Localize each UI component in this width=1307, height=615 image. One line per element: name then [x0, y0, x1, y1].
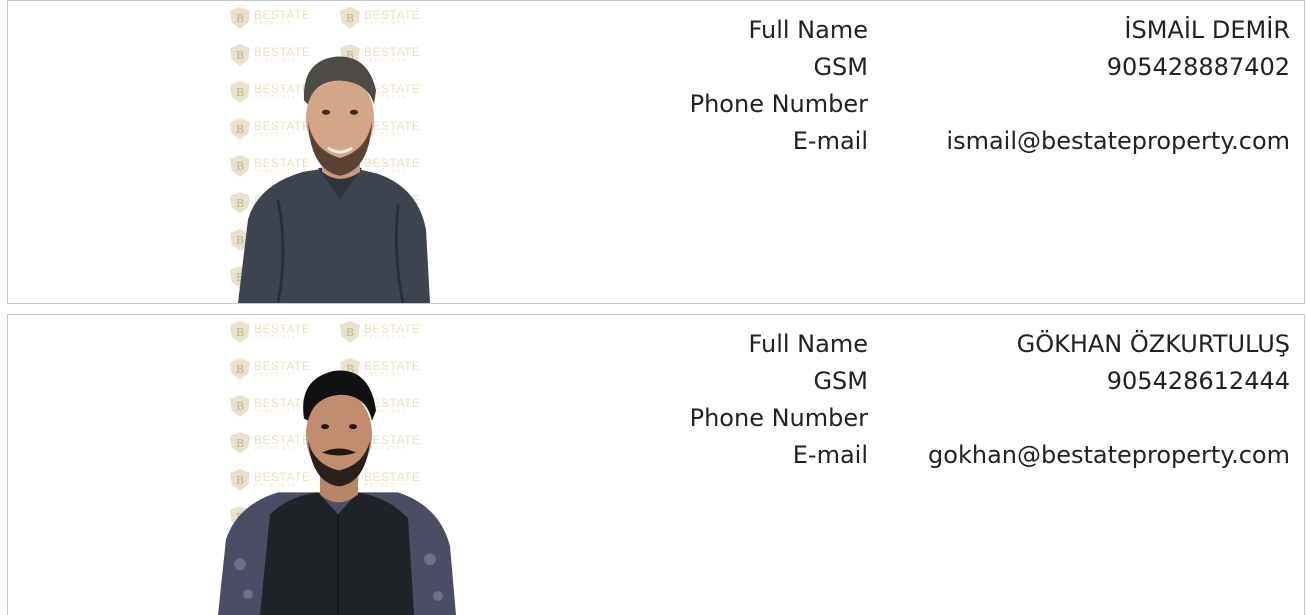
gsm-row: GSM 905428887402 — [668, 48, 1290, 85]
phone-label: Phone Number — [689, 403, 868, 432]
phone-row: Phone Number — [668, 85, 1290, 122]
phone-label: Phone Number — [689, 89, 868, 118]
full-name-row: Full Name GÖKHAN ÖZKURTULUŞ — [668, 325, 1290, 362]
full-name-label: Full Name — [748, 15, 868, 44]
email-label: E-mail — [792, 126, 868, 155]
full-name-value: GÖKHAN ÖZKURTULUŞ — [1016, 329, 1290, 358]
full-name-row: Full Name İSMAİL DEMİR — [668, 11, 1290, 48]
agent-info: Full Name GÖKHAN ÖZKURTULUŞ GSM 90542861… — [668, 325, 1290, 473]
gsm-label: GSM — [813, 366, 868, 395]
agent-photo-image — [218, 370, 456, 615]
email-value[interactable]: gokhan@bestateproperty.com — [880, 441, 1290, 469]
agent-info: Full Name İSMAİL DEMİR GSM 905428887402 … — [668, 11, 1290, 159]
agent-photo-image — [238, 56, 430, 303]
gsm-value[interactable]: 905428887402 — [880, 53, 1290, 81]
gsm-row: GSM 905428612444 — [668, 362, 1290, 399]
gsm-label: GSM — [813, 52, 868, 81]
gsm-value[interactable]: 905428612444 — [880, 367, 1290, 395]
agent-card: B BESTATE PROPERTY B BESTATE PROPERTY B BESTATE… — [7, 0, 1305, 304]
agent-card: B BESTATE PROPERTY B BESTATE PROPERTY B BESTATE… — [7, 314, 1305, 615]
agent-photo: B BESTATE PROPERTY B BESTATE PROPERTY B BESTATE… — [218, 1, 458, 303]
email-label: E-mail — [792, 440, 868, 469]
email-row: E-mail ismail@bestateproperty.com — [668, 122, 1290, 159]
full-name-value: İSMAİL DEMİR — [1124, 15, 1290, 44]
email-row: E-mail gokhan@bestateproperty.com — [668, 436, 1290, 473]
email-value[interactable]: ismail@bestateproperty.com — [880, 127, 1290, 155]
agent-photo: B BESTATE PROPERTY B BESTATE PROPERTY B BESTATE… — [218, 315, 458, 615]
phone-row: Phone Number — [668, 399, 1290, 436]
full-name-label: Full Name — [748, 329, 868, 358]
